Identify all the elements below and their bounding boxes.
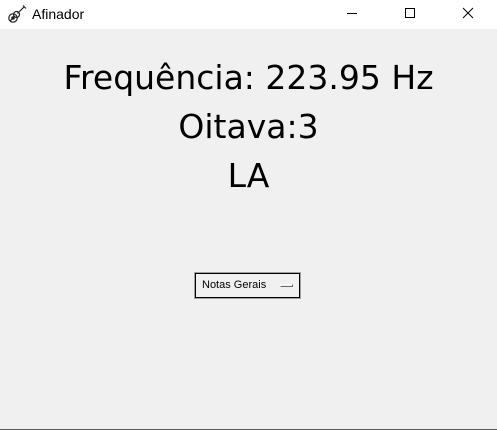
minimize-icon [346,6,358,24]
window-title: Afinador [32,6,85,22]
maximize-button[interactable] [387,0,433,29]
close-button[interactable] [445,0,491,29]
notes-menu-label: Notas Gerais [202,279,267,291]
maximize-icon [404,6,416,24]
title-bar[interactable]: Afinador [0,0,497,29]
frequency-label: Frequência: 223.95 Hz [63,58,434,97]
note-label: LA [227,156,270,195]
main-content: Frequência: 223.95 Hz Oitava:3 LA Notas … [0,29,497,429]
guitar-icon [6,3,28,25]
close-icon [462,6,474,24]
minimize-button[interactable] [329,0,375,29]
option-menu-indicator-icon [280,284,293,287]
notes-menu-button[interactable]: Notas Gerais [194,272,301,299]
octave-label: Oitava:3 [178,107,319,146]
